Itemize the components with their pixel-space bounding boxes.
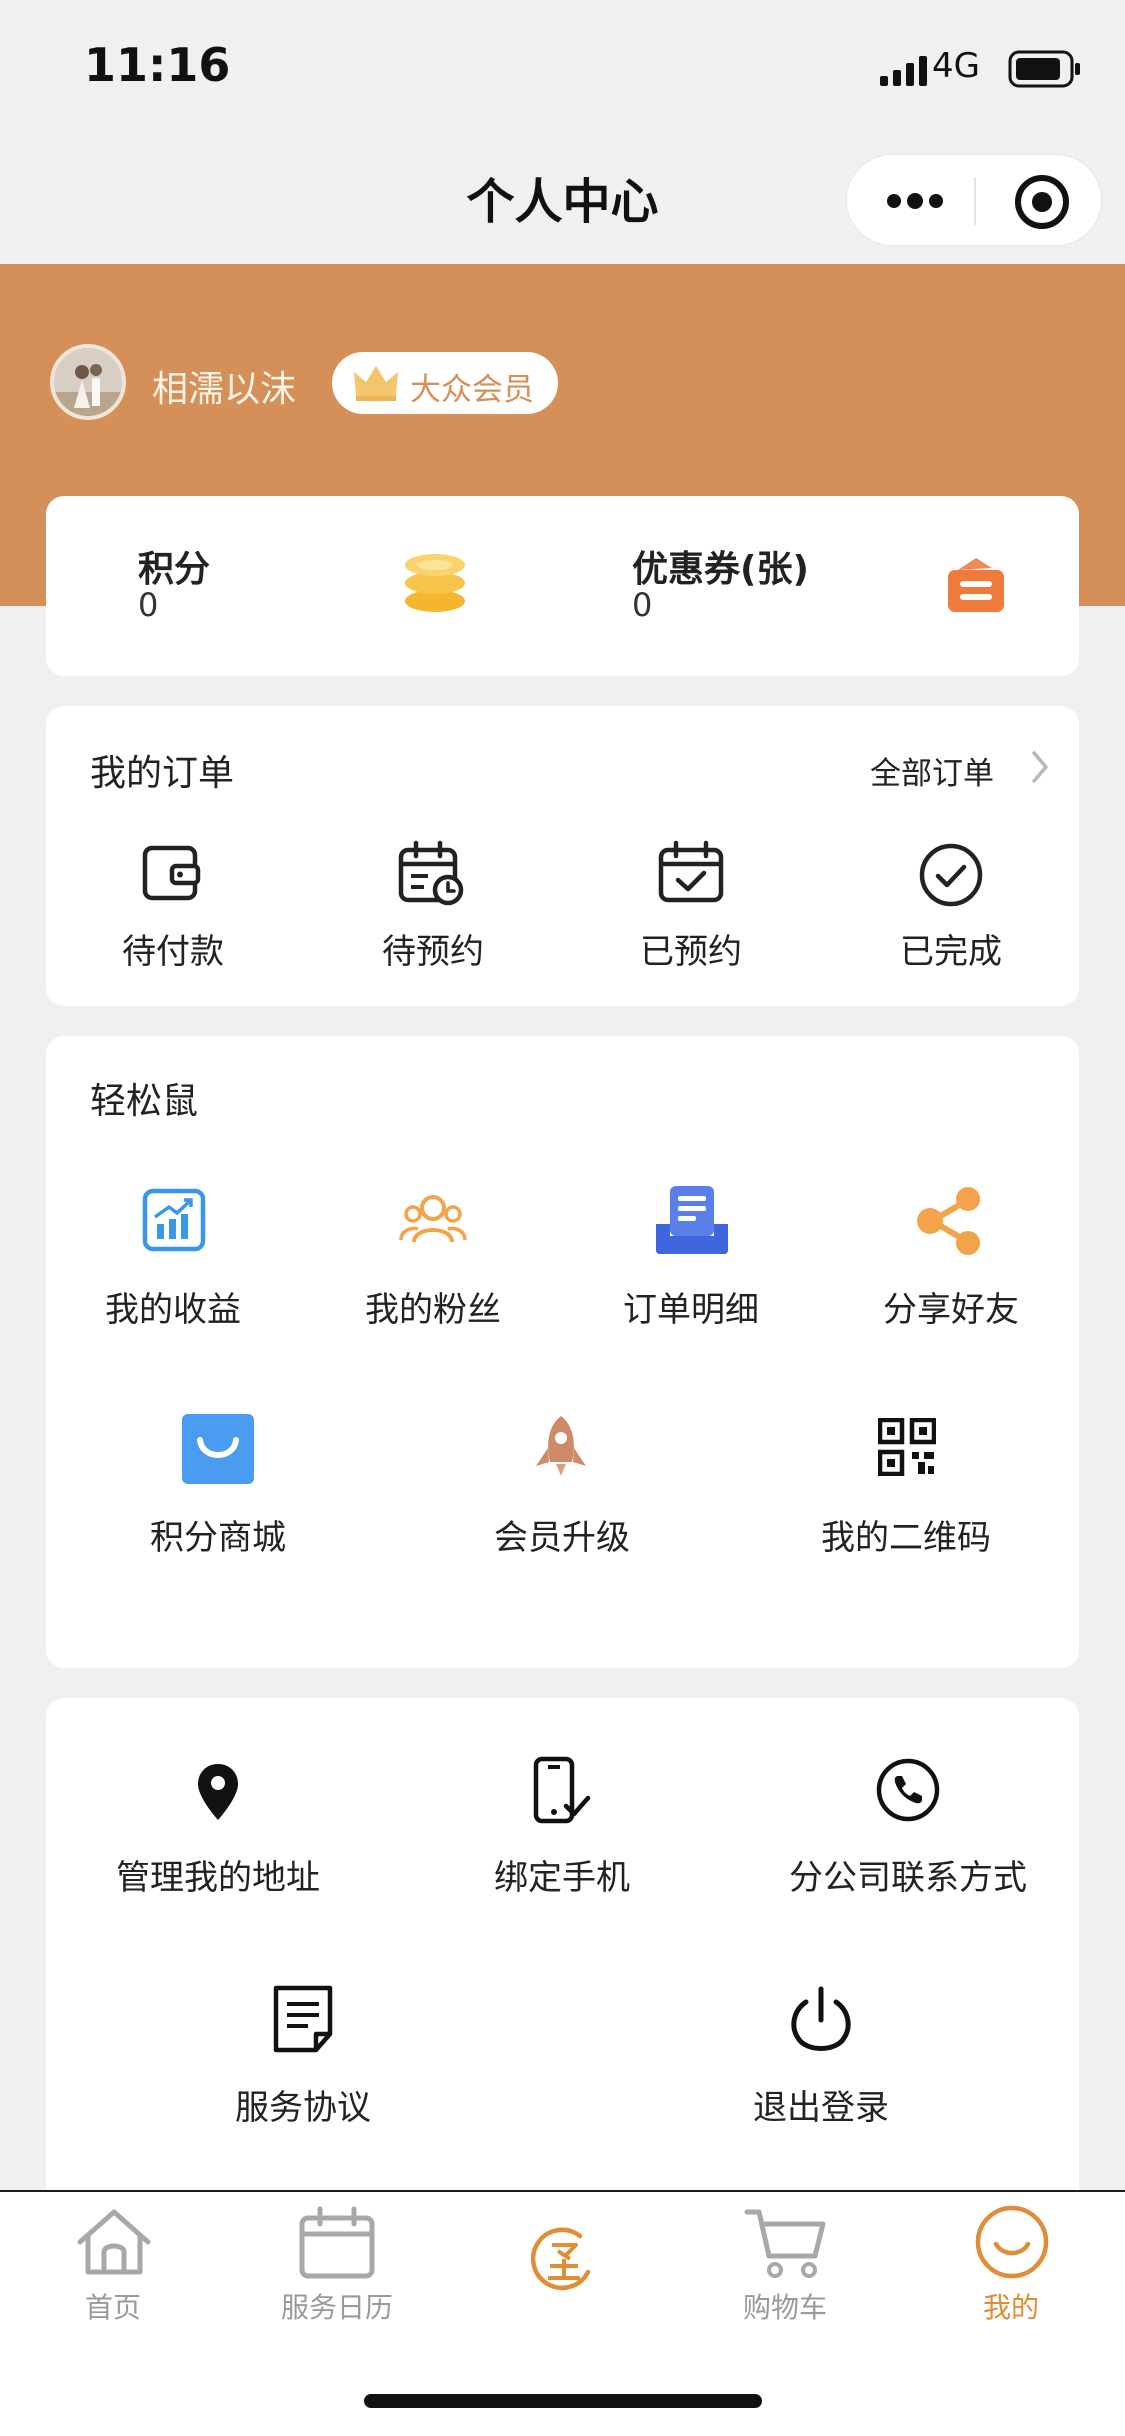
document-icon	[273, 1985, 333, 2053]
order-item-label: 待预约	[382, 932, 484, 972]
tab-label: 服务日历	[280, 2291, 393, 2324]
wallet-icon	[142, 845, 201, 901]
mini-program-capsule	[846, 154, 1102, 246]
username: 相濡以沫	[152, 369, 297, 410]
fans-icon	[399, 1195, 467, 1243]
battery-icon	[1008, 50, 1080, 88]
order-detail-icon	[656, 1186, 728, 1254]
signal-icon	[880, 56, 927, 86]
order-item-label: 已预约	[640, 932, 742, 972]
tab-label: 首页	[84, 2291, 141, 2324]
earnings-chart-icon	[142, 1188, 206, 1252]
avatar-image	[54, 348, 122, 416]
home-icon	[77, 2209, 151, 2275]
profile-icon	[975, 2205, 1049, 2279]
orders-title: 我的订单	[90, 753, 235, 794]
network-type: 4G	[932, 46, 980, 86]
calendar-clock-icon	[398, 840, 464, 906]
home-indicator	[364, 2394, 762, 2408]
easy-item-label: 我的二维码	[821, 1518, 991, 1558]
more-icon[interactable]	[885, 189, 945, 213]
points-section[interactable]	[46, 496, 562, 676]
easy-item-label: 积分商城	[150, 1518, 286, 1558]
tab-label: 我的	[982, 2291, 1039, 2324]
qr-code-icon	[878, 1418, 936, 1476]
crown-icon	[354, 366, 398, 401]
all-orders-label: 全部订单	[870, 756, 994, 792]
status-time: 11:16	[84, 38, 231, 92]
coupons-label: 优惠券(张)	[632, 549, 809, 590]
tool-label: 服务协议	[235, 2088, 371, 2128]
center-logo-icon	[530, 2227, 591, 2291]
tool-label: 管理我的地址	[116, 1858, 320, 1898]
calendar-check-icon	[658, 840, 724, 903]
capsule-divider	[974, 177, 976, 225]
easy-title: 轻松鼠	[90, 1081, 199, 1122]
easy-item-label: 我的粉丝	[365, 1290, 501, 1330]
tool-label: 分公司联系方式	[789, 1858, 1027, 1898]
phone-icon	[533, 1756, 591, 1824]
easy-item-label: 我的收益	[105, 1290, 241, 1330]
order-item-label: 待付款	[122, 932, 224, 972]
order-item-label: 已完成	[900, 932, 1002, 972]
close-mini-program-icon[interactable]	[1013, 173, 1071, 231]
points-value: 0	[138, 586, 159, 624]
easy-card	[46, 1036, 1079, 1668]
coupon-icon	[948, 558, 1004, 612]
check-circle-icon	[919, 843, 983, 907]
power-icon	[791, 1986, 851, 2051]
shopping-bag-icon	[182, 1414, 254, 1484]
easy-item-label: 订单明细	[623, 1290, 759, 1330]
share-icon	[917, 1187, 980, 1255]
phone-call-icon	[876, 1758, 940, 1822]
coupons-value: 0	[632, 586, 653, 624]
tool-label: 退出登录	[753, 2088, 889, 2128]
location-pin-icon	[198, 1764, 238, 1820]
avatar[interactable]	[50, 344, 126, 420]
easy-item-label: 分享好友	[883, 1290, 1019, 1330]
tab-label: 购物车	[742, 2291, 827, 2324]
points-coins-icon	[405, 554, 465, 612]
easy-item-label: 会员升级	[494, 1518, 630, 1558]
chevron-right-icon	[1032, 751, 1048, 783]
rocket-icon	[536, 1416, 586, 1476]
cart-icon	[744, 2209, 826, 2278]
tool-label: 绑定手机	[494, 1858, 630, 1898]
points-label: 积分	[138, 549, 211, 590]
member-badge-label: 大众会员	[410, 372, 534, 408]
calendar-icon	[299, 2206, 375, 2279]
status-bar: 11:16 4G	[0, 0, 1125, 132]
